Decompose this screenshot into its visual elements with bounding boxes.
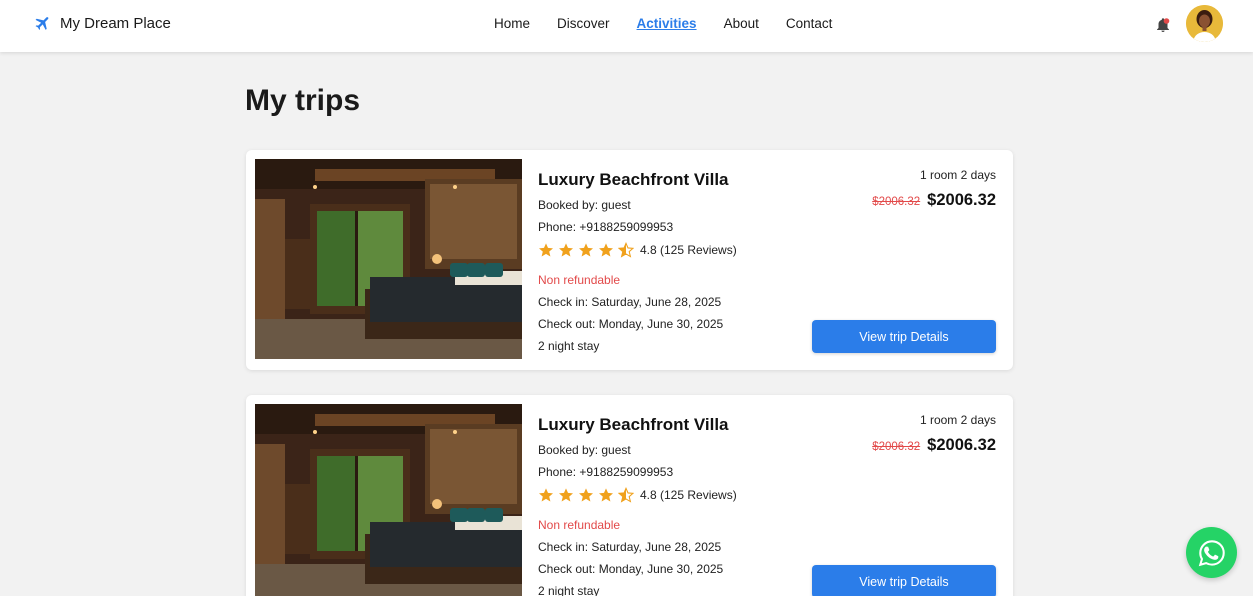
half-star-icon <box>618 487 634 503</box>
booked-by: Booked by: guest <box>538 198 631 212</box>
rating: 4.8 (125 Reviews) <box>538 486 737 504</box>
room-image <box>255 404 522 596</box>
star-icon <box>559 243 573 257</box>
phone-number: Phone: +9188259099953 <box>538 220 674 234</box>
whatsapp-icon <box>1198 539 1225 566</box>
view-trip-details-button[interactable]: View trip Details <box>812 565 996 596</box>
brand-logo[interactable]: My Dream Place <box>34 14 171 32</box>
room-days: 1 room 2 days <box>919 413 996 427</box>
top-navbar: My Dream Place Home Discover Activities … <box>0 0 1253 52</box>
star-icon <box>579 488 593 502</box>
original-price: $2006.32 <box>872 441 921 453</box>
nav-discover[interactable]: Discover <box>557 16 610 31</box>
brand-name: My Dream Place <box>60 14 171 32</box>
user-avatar[interactable] <box>1186 5 1223 42</box>
check-in-date: Check in: Saturday, June 28, 2025 <box>538 295 722 309</box>
star-icon <box>579 243 593 257</box>
main-nav: Home Discover Activities About Contact <box>494 16 859 31</box>
phone-number: Phone: +9188259099953 <box>538 465 674 479</box>
check-out-date: Check out: Monday, June 30, 2025 <box>538 317 724 331</box>
star-icon <box>539 488 553 502</box>
check-in-date: Check in: Saturday, June 28, 2025 <box>538 540 722 554</box>
nav-about[interactable]: About <box>724 16 759 31</box>
bell-icon[interactable] <box>1155 17 1171 33</box>
price-block: 1 room 2 days $2006.32 $2006.32 <box>872 168 996 210</box>
hotel-name: Luxury Beachfront Villa <box>538 415 729 434</box>
nav-contact[interactable]: Contact <box>786 16 833 31</box>
price-block: 1 room 2 days $2006.32 $2006.32 <box>872 413 996 455</box>
airplane-icon <box>35 17 49 30</box>
rating-text: 4.8 (125 Reviews) <box>640 488 737 502</box>
star-icon <box>539 243 553 257</box>
half-star-icon <box>618 242 634 258</box>
view-trip-details-button[interactable]: View trip Details <box>812 320 996 353</box>
refund-policy: Non refundable <box>538 518 621 532</box>
trip-info: Luxury Beachfront Villa Booked by: guest… <box>538 170 737 353</box>
room-days: 1 room 2 days <box>919 168 996 182</box>
hotel-photo <box>255 159 522 359</box>
star-icon <box>559 488 573 502</box>
trip-card: Luxury Beachfront Villa Booked by: guest… <box>246 395 1013 596</box>
star-icon <box>599 488 613 502</box>
nav-home[interactable]: Home <box>494 16 530 31</box>
hotel-photo <box>255 404 522 596</box>
whatsapp-chat-button[interactable] <box>1186 527 1237 578</box>
trip-card: Luxury Beachfront Villa Booked by: guest… <box>246 150 1013 370</box>
check-out-date: Check out: Monday, June 30, 2025 <box>538 562 724 576</box>
current-price: $2006.32 <box>927 191 996 209</box>
current-price: $2006.32 <box>927 436 996 454</box>
refund-policy: Non refundable <box>538 273 621 287</box>
stay-length: 2 night stay <box>538 339 600 353</box>
hotel-name: Luxury Beachfront Villa <box>538 170 729 189</box>
star-icon <box>599 243 613 257</box>
rating-text: 4.8 (125 Reviews) <box>640 243 737 257</box>
booked-by: Booked by: guest <box>538 443 631 457</box>
room-image <box>255 159 522 359</box>
avatar-image <box>1186 5 1223 42</box>
nav-activities[interactable]: Activities <box>637 16 697 31</box>
trip-info: Luxury Beachfront Villa Booked by: guest… <box>538 415 737 596</box>
page-title: My trips <box>245 84 361 117</box>
stay-length: 2 night stay <box>538 584 600 596</box>
rating: 4.8 (125 Reviews) <box>538 241 737 259</box>
original-price: $2006.32 <box>872 196 921 208</box>
